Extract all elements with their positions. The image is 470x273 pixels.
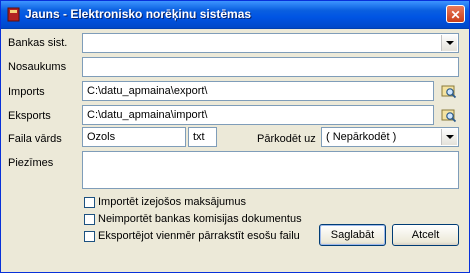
file-extension-input[interactable]: txt (188, 127, 217, 147)
export-label: Eksports (8, 110, 51, 122)
recode-value: ( Nepārkodēt ) (326, 131, 397, 143)
overwrite-file-label[interactable]: Eksportējot vienmēr pārrakstīt esošu fai… (98, 230, 300, 242)
cancel-button[interactable]: Atcelt (392, 224, 459, 246)
close-button[interactable]: ✕ (446, 5, 465, 23)
dialog-window: Jauns - Elektronisko norēķinu sistēmas ✕… (0, 0, 470, 273)
chevron-down-icon[interactable] (441, 35, 457, 51)
bank-system-label: Bankas sist. (8, 37, 68, 49)
import-label: Imports (8, 86, 45, 98)
notes-textarea[interactable] (82, 151, 459, 189)
window-title: Jauns - Elektronisko norēķinu sistēmas (25, 7, 252, 21)
name-input[interactable] (82, 57, 459, 77)
chevron-down-icon[interactable] (441, 129, 457, 145)
import-path-input[interactable]: C:\datu_apmaina\export\ (82, 81, 434, 101)
import-outgoing-checkbox[interactable] (84, 197, 95, 208)
recode-select[interactable]: ( Nepārkodēt ) (321, 127, 459, 147)
notes-label: Piezīmes (8, 157, 54, 169)
skip-commission-checkbox[interactable] (84, 214, 95, 225)
folder-search-icon[interactable] (441, 83, 457, 99)
folder-search-icon[interactable] (441, 107, 457, 123)
skip-commission-label[interactable]: Neimportēt bankas komisijas dokumentus (98, 213, 302, 225)
import-outgoing-label[interactable]: Importēt izejošos maksājumus (98, 196, 246, 208)
file-name-input[interactable]: Ozols (82, 127, 186, 147)
overwrite-file-checkbox[interactable] (84, 231, 95, 242)
bank-system-select[interactable] (82, 33, 459, 53)
title-bar[interactable]: Jauns - Elektronisko norēķinu sistēmas ✕ (1, 1, 469, 29)
book-icon (7, 7, 20, 22)
export-path-input[interactable]: C:\datu_apmaina\import\ (82, 105, 434, 125)
save-button[interactable]: Saglabāt (319, 224, 386, 246)
recode-label: Pārkodēt uz (257, 133, 316, 145)
file-name-label: Faila vārds (8, 133, 62, 145)
name-label: Nosaukums (8, 61, 67, 73)
